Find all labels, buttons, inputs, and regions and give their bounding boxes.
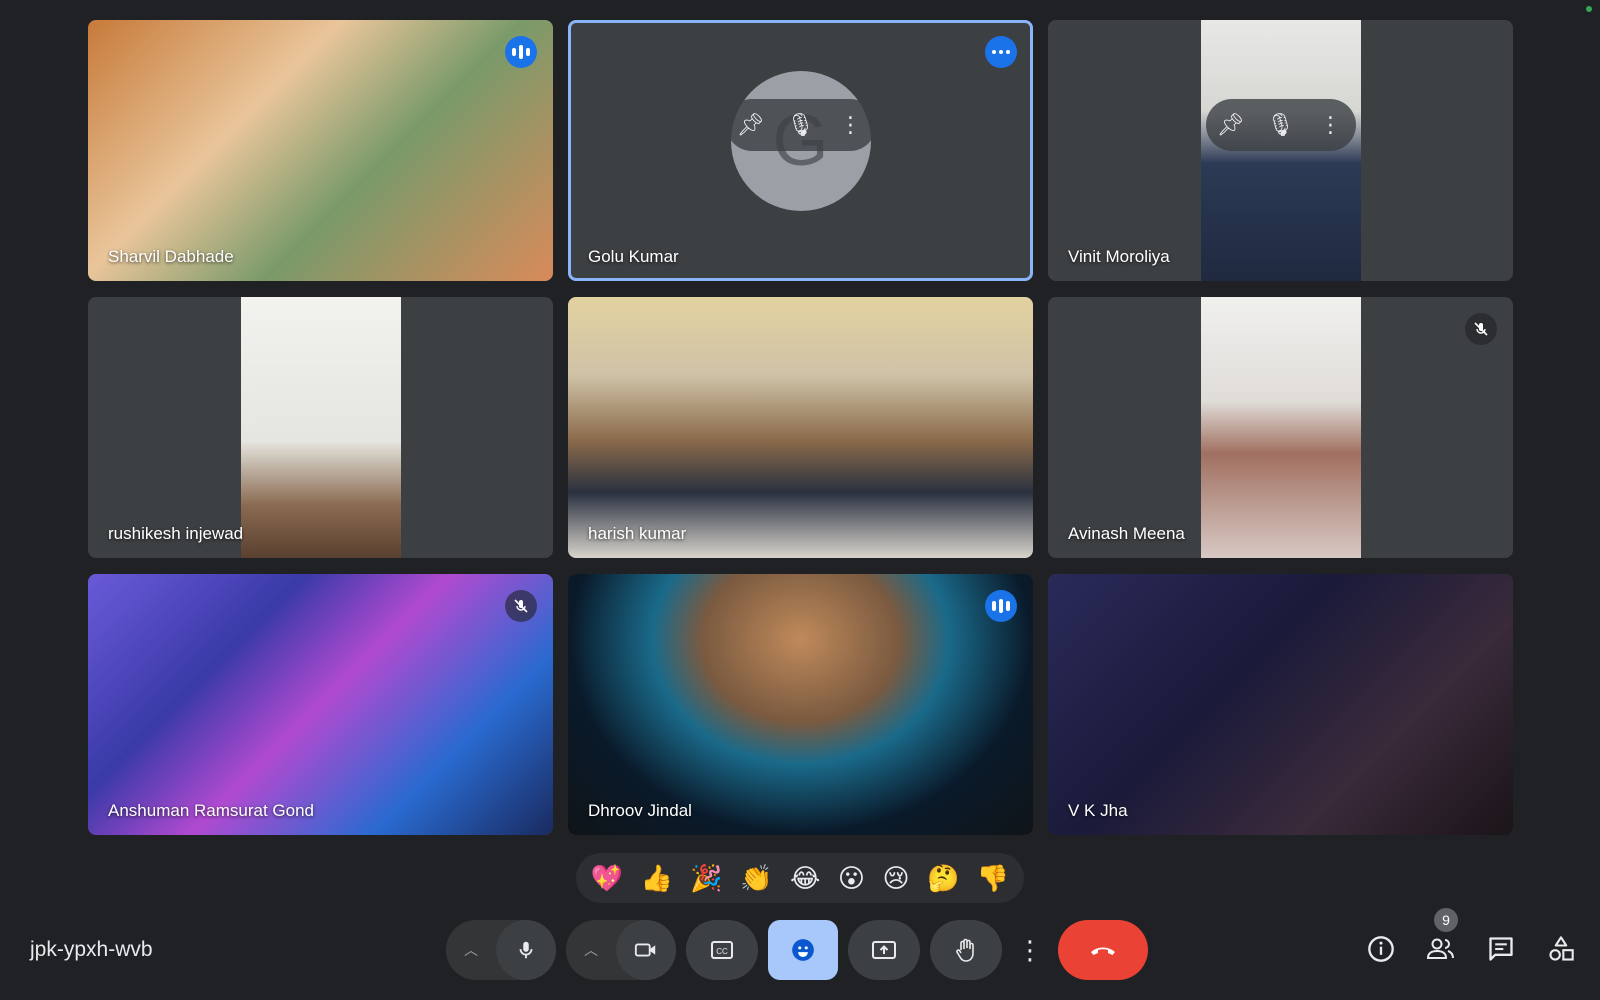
meeting-code: jpk-ypxh-wvb <box>30 938 153 961</box>
participant-video <box>568 297 1033 558</box>
reaction-thumbs-down[interactable]: 👎 <box>977 863 1009 894</box>
leave-call-button[interactable] <box>1058 920 1148 980</box>
participant-name: V K Jha <box>1068 801 1128 820</box>
participant-name: Sharvil Dabhade <box>108 247 234 266</box>
participant-name: Avinash Meena <box>1068 524 1185 543</box>
reaction-clapping-hands[interactable]: 👏 <box>740 863 772 894</box>
participant-video <box>88 574 553 835</box>
speaking-indicator-icon <box>985 590 1017 622</box>
speaking-indicator-icon <box>505 36 537 68</box>
info-icon <box>1368 936 1394 962</box>
call-end-icon <box>1091 947 1115 955</box>
reaction-party-popper[interactable]: 🎉 <box>690 863 722 894</box>
video-control-group: ︿ <box>566 920 676 980</box>
reaction-sparkling-heart[interactable]: 💖 <box>591 863 623 894</box>
chat-button[interactable] <box>1482 930 1520 968</box>
participant-tile[interactable]: V K Jha <box>1048 574 1513 835</box>
more-options-button[interactable]: ⋮ <box>1012 920 1048 980</box>
more-options-icon[interactable] <box>985 36 1017 68</box>
reaction-thinking[interactable]: 🤔 <box>927 863 959 894</box>
participant-video <box>88 20 553 281</box>
activities-button[interactable] <box>1542 930 1580 968</box>
mic-icon <box>519 941 533 959</box>
participant-grid: Sharvil Dabhade G 📌︎ 🎙︎ ⋮ Golu Kumar 📌︎ … <box>88 20 1514 835</box>
mic-icon[interactable]: 🎙︎ <box>1265 112 1297 138</box>
people-button[interactable]: 9 <box>1422 908 1460 968</box>
pin-icon[interactable]: 📌︎ <box>735 112 767 138</box>
microphone-button[interactable] <box>496 920 556 980</box>
meeting-details-button[interactable] <box>1362 930 1400 968</box>
participant-video <box>240 297 401 558</box>
reaction-thumbs-up[interactable]: 👍 <box>641 863 673 894</box>
participant-name: Golu Kumar <box>588 247 679 266</box>
reaction-surprised[interactable]: 😮 <box>838 863 865 894</box>
participant-video <box>1200 20 1361 281</box>
participant-video <box>1048 574 1513 835</box>
participant-name: Anshuman Ramsurat Gond <box>108 801 314 820</box>
recording-status-dot <box>1586 6 1592 12</box>
mic-off-icon <box>1465 313 1497 345</box>
reaction-tears-of-joy[interactable]: 😂 <box>790 863 820 894</box>
side-panel-controls: 9 <box>1362 908 1580 968</box>
activities-shapes-icon <box>1549 936 1574 961</box>
camera-button[interactable] <box>616 920 676 980</box>
chat-icon <box>1489 937 1513 961</box>
people-icon <box>1426 938 1454 959</box>
tile-hover-controls: 📌︎ 🎙︎ ⋮ <box>1205 98 1356 151</box>
emoji-icon <box>792 939 814 961</box>
participant-tile[interactable]: harish kumar <box>568 297 1033 558</box>
reaction-crying[interactable]: 😢 <box>882 863 909 894</box>
raise-hand-button[interactable] <box>930 920 1002 980</box>
svg-text:CC: CC <box>716 947 728 956</box>
present-screen-button[interactable] <box>848 920 920 980</box>
more-vert-icon[interactable]: ⋮ <box>835 112 867 138</box>
send-reaction-button[interactable] <box>768 920 838 980</box>
participant-tile[interactable]: Sharvil Dabhade <box>88 20 553 281</box>
participant-tile[interactable]: 📌︎ 🎙︎ ⋮ Vinit Moroliya <box>1048 20 1513 281</box>
videocam-icon <box>634 943 656 957</box>
participant-video <box>568 574 1033 835</box>
participant-video <box>1200 297 1361 558</box>
present-to-all-icon <box>872 941 896 959</box>
participant-tile-active[interactable]: G 📌︎ 🎙︎ ⋮ Golu Kumar <box>568 20 1033 281</box>
participant-name: Dhroov Jindal <box>588 801 692 820</box>
pin-icon[interactable]: 📌︎ <box>1215 112 1247 138</box>
participant-name: Vinit Moroliya <box>1068 247 1170 266</box>
mic-off-icon <box>505 590 537 622</box>
mic-icon[interactable]: 🎙︎ <box>785 112 817 138</box>
participant-name: harish kumar <box>588 524 687 543</box>
participant-tile[interactable]: Dhroov Jindal <box>568 574 1033 835</box>
video-options-chevron-icon[interactable]: ︿ <box>566 920 616 980</box>
audio-control-group: ︿ <box>446 920 556 980</box>
more-vert-icon: ⋮ <box>1017 934 1043 965</box>
captions-button[interactable]: CC <box>686 920 758 980</box>
participant-name: rushikesh injewad <box>108 524 244 543</box>
participant-tile[interactable]: Anshuman Ramsurat Gond <box>88 574 553 835</box>
audio-options-chevron-icon[interactable]: ︿ <box>446 920 496 980</box>
participant-count-badge: 9 <box>1434 908 1458 932</box>
participant-tile[interactable]: rushikesh injewad <box>88 297 553 558</box>
tile-hover-controls: 📌︎ 🎙︎ ⋮ <box>725 98 876 151</box>
call-controls: ︿ ︿ CC ⋮ <box>446 920 1148 980</box>
reactions-bar: 💖 👍 🎉 👏 😂 😮 😢 🤔 👎 <box>576 853 1024 903</box>
closed-captions-icon: CC <box>711 941 733 959</box>
raise-hand-icon <box>956 938 974 962</box>
more-vert-icon[interactable]: ⋮ <box>1315 112 1347 138</box>
participant-tile[interactable]: Avinash Meena <box>1048 297 1513 558</box>
